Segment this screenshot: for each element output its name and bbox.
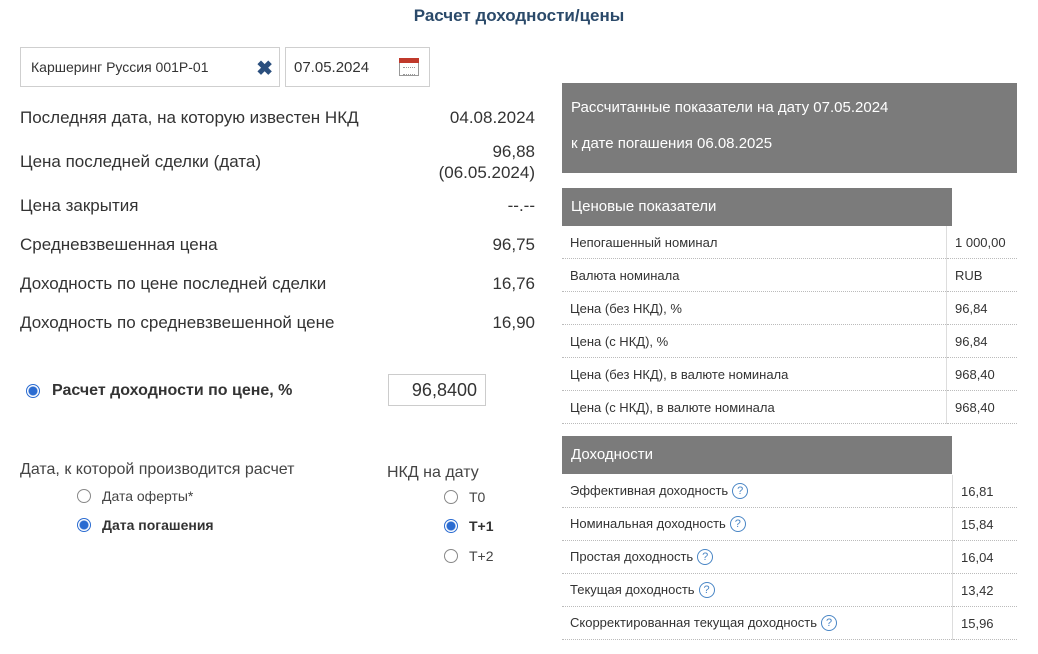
calendar-icon[interactable] bbox=[399, 58, 419, 76]
offer-date-radio[interactable] bbox=[77, 489, 91, 503]
bond-name: Каршеринг Руссия 001Р-01 bbox=[31, 59, 209, 75]
table-row: Текущая доходность? 13,42 bbox=[562, 573, 1017, 607]
info-label-yield-last: Доходность по цене последней сделки bbox=[20, 274, 327, 293]
info-label-last-price: Цена последней сделки (дата) bbox=[20, 152, 261, 171]
info-label-yield-wavg: Доходность по средневзвешенной цене bbox=[20, 313, 335, 332]
date-field[interactable]: 07.05.2024 bbox=[285, 47, 430, 87]
price-row-label: Валюта номинала bbox=[562, 258, 947, 292]
yield-row-value: 15,96 bbox=[952, 606, 1017, 640]
price-row-label: Непогашенный номинал bbox=[562, 226, 947, 259]
calc-by-price-radio[interactable] bbox=[26, 384, 40, 398]
table-row: Эффективная доходность? 16,81 bbox=[562, 475, 1017, 508]
help-icon[interactable]: ? bbox=[821, 615, 838, 632]
yield-row-value: 13,42 bbox=[952, 573, 1017, 607]
table-row: Цена (с НКД), в валюте номинала 968,40 bbox=[562, 390, 1017, 424]
table-row: Цена (без НКД), в валюте номинала 968,40 bbox=[562, 357, 1017, 391]
help-icon[interactable]: ? bbox=[729, 516, 746, 533]
table-row: Валюта номинала RUB bbox=[562, 258, 1017, 292]
help-icon[interactable]: ? bbox=[698, 582, 715, 599]
t1-radio[interactable] bbox=[444, 519, 458, 533]
table-row: Простая доходность? 16,04 bbox=[562, 540, 1017, 574]
summary-box: Рассчитанные показатели на дату 07.05.20… bbox=[562, 83, 1017, 173]
yield-row-value: 16,81 bbox=[952, 475, 1017, 508]
price-row-label: Цена (с НКД), в валюте номинала bbox=[562, 390, 947, 424]
price-input[interactable]: 96,8400 bbox=[388, 374, 486, 406]
close-icon[interactable]: ✖ bbox=[256, 56, 273, 81]
yield-row-label: Простая доходность bbox=[570, 548, 694, 564]
t1-label: T+1 bbox=[469, 518, 494, 534]
info-value-last-price: 96,88 bbox=[492, 142, 535, 161]
t2-label: T+2 bbox=[469, 548, 494, 564]
offer-date-label: Дата оферты* bbox=[102, 488, 194, 504]
date-value: 07.05.2024 bbox=[294, 59, 370, 76]
table-row: Цена (без НКД), % 96,84 bbox=[562, 291, 1017, 325]
info-value-wavg-price: 96,75 bbox=[492, 235, 535, 254]
price-row-value: 1 000,00 bbox=[946, 226, 1017, 259]
price-row-value: 96,84 bbox=[946, 291, 1017, 325]
price-table-title: Ценовые показатели bbox=[571, 198, 717, 215]
summary-maturity-line: к дате погашения 06.08.2025 bbox=[571, 135, 773, 152]
price-row-value: 96,84 bbox=[946, 324, 1017, 358]
page-title: Расчет доходности/цены bbox=[413, 6, 625, 25]
calc-date-label: Дата, к которой производится расчет bbox=[20, 461, 295, 478]
help-icon[interactable]: ? bbox=[697, 549, 714, 566]
table-row: Цена (с НКД), % 96,84 bbox=[562, 324, 1017, 358]
info-label-nkd-date: Последняя дата, на которую известен НКД bbox=[20, 108, 359, 127]
info-value-nkd-date: 04.08.2024 bbox=[449, 108, 535, 127]
yield-row-value: 16,04 bbox=[952, 540, 1017, 574]
t2-radio[interactable] bbox=[444, 549, 458, 563]
yield-table: Эффективная доходность? 16,81 Номинальная… bbox=[562, 475, 1017, 640]
info-value-close-price: --.-- bbox=[507, 196, 535, 215]
nkd-date-label: НКД на дату bbox=[387, 464, 479, 481]
price-row-label: Цена (с НКД), % bbox=[562, 324, 947, 358]
yield-row-label: Номинальная доходность bbox=[570, 515, 726, 531]
info-value-yield-last: 16,76 bbox=[492, 274, 535, 293]
summary-date-line: Рассчитанные показатели на дату 07.05.20… bbox=[571, 99, 889, 116]
maturity-date-radio[interactable] bbox=[77, 518, 91, 532]
price-row-label: Цена (без НКД), в валюте номинала bbox=[562, 357, 947, 391]
bond-selector[interactable]: Каршеринг Руссия 001Р-01 ✖ bbox=[20, 47, 280, 87]
info-label-close-price: Цена закрытия bbox=[20, 196, 139, 215]
price-table-header: Ценовые показатели bbox=[562, 188, 952, 226]
yield-table-title: Доходности bbox=[571, 446, 653, 463]
maturity-date-label: Дата погашения bbox=[102, 517, 214, 533]
calc-by-price-label: Расчет доходности по цене, % bbox=[52, 382, 293, 399]
table-row: Скорректированная текущая доходность? 15,… bbox=[562, 606, 1017, 640]
price-table: Непогашенный номинал 1 000,00 Валюта номи… bbox=[562, 226, 1017, 424]
price-row-label: Цена (без НКД), % bbox=[562, 291, 947, 325]
yield-row-value: 15,84 bbox=[952, 507, 1017, 541]
info-value-last-price-date: (06.05.2024) bbox=[438, 163, 535, 182]
t0-label: T0 bbox=[469, 489, 486, 505]
yield-table-header: Доходности bbox=[562, 436, 952, 474]
price-row-value: 968,40 bbox=[946, 390, 1017, 424]
help-icon[interactable]: ? bbox=[732, 483, 749, 500]
table-row: Непогашенный номинал 1 000,00 bbox=[562, 226, 1017, 259]
table-row: Номинальная доходность? 15,84 bbox=[562, 507, 1017, 541]
yield-row-label: Эффективная доходность bbox=[570, 482, 729, 498]
yield-row-label: Текущая доходность bbox=[570, 581, 695, 597]
price-row-value: 968,40 bbox=[946, 357, 1017, 391]
yield-row-label: Скорректированная текущая доходность bbox=[570, 614, 818, 630]
info-label-wavg-price: Средневзвешенная цена bbox=[20, 235, 218, 254]
info-value-yield-wavg: 16,90 bbox=[492, 313, 535, 332]
price-row-value: RUB bbox=[946, 258, 1017, 292]
t0-radio[interactable] bbox=[444, 490, 458, 504]
